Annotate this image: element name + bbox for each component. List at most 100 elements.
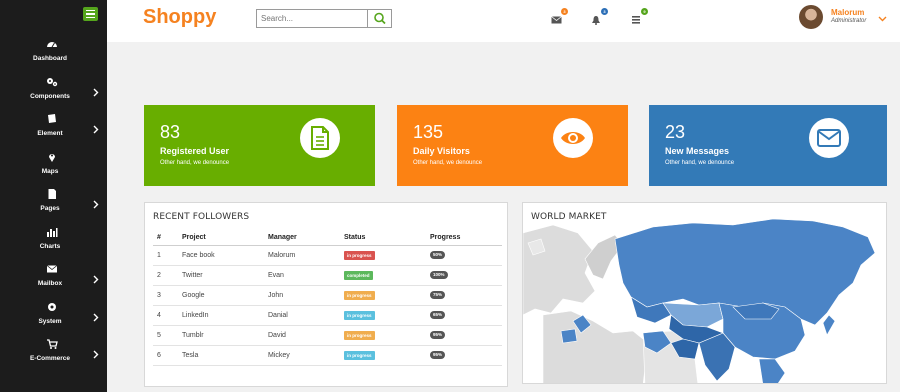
project-name: Face book xyxy=(178,245,264,266)
sidebar-item-e-commerce[interactable]: E-Commerce xyxy=(0,338,107,372)
table-row[interactable]: 3 Google John in progress 75% xyxy=(153,285,502,306)
progress-badge: 75% xyxy=(430,291,446,299)
notification-messages[interactable]: 3 xyxy=(551,8,568,24)
document-icon xyxy=(311,126,329,150)
sidebar-item-mailbox[interactable]: Mailbox xyxy=(0,263,107,297)
world-map[interactable] xyxy=(523,203,887,384)
sidebar-item-element[interactable]: Element xyxy=(0,113,107,147)
chevron-right-icon xyxy=(93,88,99,96)
envelope-icon xyxy=(46,265,58,273)
manager-name: John xyxy=(264,285,340,306)
notification-tasks[interactable]: 9 xyxy=(631,8,648,24)
table-row[interactable]: 2 Twitter Evan completed 100% xyxy=(153,265,502,286)
user-role: Administrator xyxy=(831,18,867,24)
project-name: Tumblr xyxy=(178,325,264,346)
project-name: Twitter xyxy=(178,265,264,286)
sidebar-item-label: System xyxy=(38,317,62,325)
column-header[interactable]: # xyxy=(153,231,178,246)
column-header[interactable]: Status xyxy=(340,231,426,246)
bell-icon xyxy=(592,16,600,25)
sidebar-item-maps[interactable]: Maps xyxy=(0,151,107,185)
progress-cell: 75% xyxy=(426,285,502,306)
sidebar-item-pages[interactable]: Pages xyxy=(0,188,107,222)
progress-cell: 65% xyxy=(426,305,502,326)
book-icon xyxy=(48,114,56,123)
manager-name: David xyxy=(264,325,340,346)
column-header[interactable]: Manager xyxy=(264,231,340,246)
search-box xyxy=(256,9,392,28)
sidebar-item-label: E-Commerce xyxy=(29,355,71,362)
table-row[interactable]: 1 Face book Malorum in progress 50% xyxy=(153,245,502,266)
row-number: 1 xyxy=(153,245,178,266)
status-badge: in progress xyxy=(344,330,375,340)
progress-badge: 95% xyxy=(430,331,446,339)
stat-title: Daily Visitors xyxy=(413,146,470,156)
followers-table: # Project Manager Status Progress 1 Face book… xyxy=(153,231,502,366)
stat-icon-circle xyxy=(809,118,849,158)
stat-subtitle: Other hand, we denounce xyxy=(413,160,483,166)
avatar[interactable] xyxy=(799,5,823,29)
status-badge: completed xyxy=(344,270,373,280)
stat-card-daily-visitors: 135 Daily Visitors Other hand, we denoun… xyxy=(397,105,628,186)
bar-chart-icon xyxy=(47,227,58,237)
menu-toggle-button[interactable] xyxy=(83,7,98,21)
map-marker-icon xyxy=(49,153,55,162)
column-header[interactable]: Project xyxy=(178,231,264,246)
project-name: LinkedIn xyxy=(178,305,264,326)
column-header[interactable]: Progress xyxy=(426,231,502,246)
file-icon xyxy=(48,189,56,199)
table-row[interactable]: 4 LinkedIn Danial in progress 65% xyxy=(153,305,502,326)
brand-logo[interactable]: Shoppy xyxy=(143,6,216,29)
project-name: Tesla xyxy=(178,345,264,366)
notification-alerts[interactable]: 3 xyxy=(591,8,608,25)
cart-icon xyxy=(47,339,58,349)
manager-name: Mickey xyxy=(264,345,340,366)
sidebar-item-system[interactable]: System xyxy=(0,301,107,335)
map-region-spain xyxy=(560,328,578,344)
sidebar: Dashboard Components Element Maps Pages Chart… xyxy=(0,0,107,392)
world-market-panel: WORLD MARKET xyxy=(522,202,887,384)
search-button[interactable] xyxy=(367,10,391,27)
sidebar-item-label: Dashboard xyxy=(33,55,67,62)
chevron-right-icon xyxy=(93,200,99,209)
notification-badge: 3 xyxy=(601,8,608,15)
manager-name: Malorum xyxy=(264,245,340,266)
stat-icon-circle xyxy=(553,118,593,158)
stat-number: 83 xyxy=(160,122,181,142)
stat-card-new-messages: 23 New Messages Other hand, we denounce xyxy=(649,105,887,186)
status-badge: in progress xyxy=(344,290,375,300)
stat-title: New Messages xyxy=(665,146,730,156)
eye-icon xyxy=(561,132,585,144)
stat-card-registered-users: 83 Registered User Other hand, we denoun… xyxy=(144,105,375,186)
sidebar-item-label: Mailbox xyxy=(37,280,63,287)
chevron-down-icon[interactable] xyxy=(878,15,887,22)
sidebar-item-label: Pages xyxy=(40,205,60,212)
notification-badge: 9 xyxy=(641,8,648,15)
map-region-southeast-asia xyxy=(758,358,786,383)
recent-followers-panel: RECENT FOLLOWERS # Project Manager Status Pr… xyxy=(144,202,508,387)
sidebar-item-charts[interactable]: Charts xyxy=(0,226,107,260)
envelope-icon xyxy=(551,16,562,24)
user-name[interactable]: Malorum xyxy=(831,8,864,17)
table-row[interactable]: 6 Tesla Mickey in progress 95% xyxy=(153,345,502,366)
top-bar: Shoppy 3 3 9 Malorum Administrator xyxy=(107,0,900,42)
sidebar-item-label: Element xyxy=(37,130,63,137)
chevron-right-icon xyxy=(93,125,99,134)
sidebar-item-dashboard[interactable]: Dashboard xyxy=(0,38,107,72)
status-cell: in progress xyxy=(340,345,426,366)
tasks-icon xyxy=(632,16,640,24)
envelope-icon xyxy=(817,129,841,147)
map-region-japan xyxy=(822,314,836,336)
gear-icon xyxy=(48,302,56,311)
chevron-right-icon xyxy=(93,350,99,359)
progress-cell: 95% xyxy=(426,325,502,346)
table-row[interactable]: 5 Tumblr David in progress 95% xyxy=(153,325,502,346)
search-input[interactable] xyxy=(257,10,367,27)
row-number: 6 xyxy=(153,345,178,366)
chevron-right-icon xyxy=(93,313,99,321)
progress-cell: 50% xyxy=(426,245,502,266)
sidebar-item-components[interactable]: Components xyxy=(0,76,107,110)
status-cell: completed xyxy=(340,265,426,286)
sidebar-item-label: Charts xyxy=(39,242,61,250)
project-name: Google xyxy=(178,285,264,306)
